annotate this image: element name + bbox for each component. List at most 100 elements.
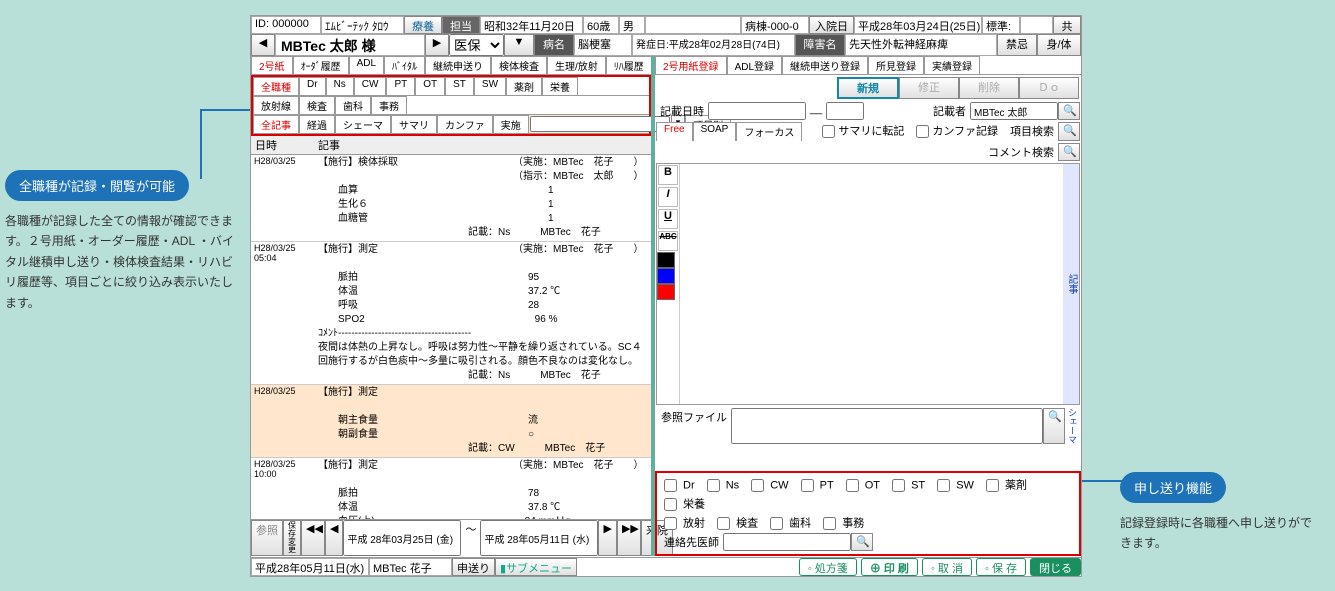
mode-soap-tab[interactable]: SOAP xyxy=(693,122,737,141)
hozon-henkou-button[interactable]: 保存 変更 xyxy=(283,520,301,556)
tab-tabs-roles-6[interactable]: ST xyxy=(445,77,474,95)
italic-button[interactable]: I xyxy=(658,187,678,207)
item-search-label[interactable]: 項目検索 xyxy=(1006,122,1058,141)
tab-tabs-roles-3[interactable]: CW xyxy=(354,77,387,95)
send-cb-栄養[interactable]: 栄養 xyxy=(660,495,705,514)
sidenote-tab[interactable]: 記事 xyxy=(1063,164,1079,404)
moshi-okuri-button[interactable]: 申送り xyxy=(452,558,495,576)
tab-tabs-rec-5[interactable]: 実施 xyxy=(493,115,529,133)
tab-tabs-top-3[interactable]: ﾊﾞｲﾀﾙ xyxy=(384,56,425,74)
tab-tabs-right-2[interactable]: 継続申送り登録 xyxy=(782,56,868,74)
send-cb-Ns[interactable]: Ns xyxy=(703,476,740,495)
send-cb-薬剤[interactable]: 薬剤 xyxy=(982,476,1027,495)
date-from-input[interactable] xyxy=(343,520,461,556)
kinkyu-button[interactable]: 禁忌 xyxy=(997,34,1037,56)
submenu-button[interactable]: ▮サブメニュー xyxy=(495,558,577,576)
reg-by-search-button[interactable]: 🔍 xyxy=(1058,102,1080,120)
reg-time-input[interactable] xyxy=(826,102,864,120)
tab-tabs-rec-0[interactable]: 全記事 xyxy=(253,115,299,133)
log-row[interactable]: H28/03/25【施行】検体採取 （実施：MBTec 花子 ） （指示：MBT… xyxy=(251,155,651,242)
page-last-button[interactable]: ▶▶ xyxy=(617,520,641,556)
new-button[interactable]: 新規 xyxy=(837,77,899,99)
tab-tabs-roles-9[interactable]: 栄養 xyxy=(542,77,578,95)
tab-tabs-right-3[interactable]: 所見登録 xyxy=(868,56,924,74)
tab-tabs-roles-8[interactable]: 薬剤 xyxy=(506,77,542,95)
schema-side-tab[interactable]: シェーマ xyxy=(1065,408,1079,444)
log-row[interactable]: H28/03/25 05:04【施行】測定 （実施：MBTec 花子 ） 脈拍 … xyxy=(251,242,651,385)
tab-tabs-top-2[interactable]: ADL xyxy=(349,56,384,74)
send-cb-検査[interactable]: 検査 xyxy=(713,514,758,533)
send-cb-OT[interactable]: OT xyxy=(842,476,880,495)
underline-button[interactable]: U xyxy=(658,209,678,229)
mode-free-tab[interactable]: Free xyxy=(656,122,693,141)
diag-setting-button[interactable]: ▼ xyxy=(504,34,534,56)
send-cb-CW[interactable]: CW xyxy=(747,476,788,495)
log-row[interactable]: H28/03/25【施行】測定 朝主食量 流 朝副食量 ○ 記載：CW MBTe… xyxy=(251,385,651,458)
edit-button[interactable]: 修正 xyxy=(899,77,959,99)
tab-tabs-rec-1[interactable]: 経過 xyxy=(299,115,335,133)
save-button[interactable]: ◦ 保 存 xyxy=(976,558,1026,576)
reg-by-input[interactable] xyxy=(970,102,1058,120)
tab-tabs-right-4[interactable]: 実績登録 xyxy=(924,56,980,74)
tab-tabs-roles2-1[interactable]: 検査 xyxy=(299,96,335,114)
comment-search-button[interactable]: 🔍 xyxy=(1058,143,1080,161)
tab-tabs-top-1[interactable]: ｵｰﾀﾞ履歴 xyxy=(293,56,349,74)
tab-tabs-rec-4[interactable]: カンファ xyxy=(437,115,493,133)
tab-tabs-rec-2[interactable]: シェーマ xyxy=(335,115,391,133)
do-button[interactable]: Ｄｏ xyxy=(1019,77,1079,99)
send-cb-Dr[interactable]: Dr xyxy=(660,476,695,495)
cb-summary[interactable]: サマリに転記 xyxy=(818,122,904,141)
tab-tabs-top-6[interactable]: 生理/放射 xyxy=(547,56,606,74)
rec-filter-input[interactable] xyxy=(530,116,670,132)
tab-tabs-roles-2[interactable]: Ns xyxy=(326,77,354,95)
send-cb-PT[interactable]: PT xyxy=(797,476,834,495)
tab-tabs-top-7[interactable]: ﾘﾊ履歴 xyxy=(606,56,652,74)
tab-tabs-roles-1[interactable]: Dr xyxy=(299,77,326,95)
page-next-button[interactable]: ▶ xyxy=(598,520,616,556)
strike-button[interactable]: ABC xyxy=(658,231,678,251)
tab-tabs-top-4[interactable]: 継続申送り xyxy=(425,56,491,74)
doctor-contact-search-button[interactable]: 🔍 xyxy=(851,533,873,551)
ryouyou-button[interactable]: 療養 xyxy=(404,16,442,34)
tab-tabs-roles2-3[interactable]: 事務 xyxy=(371,96,407,114)
tab-tabs-top-0[interactable]: 2号紙 xyxy=(251,56,293,74)
tab-tabs-rec-3[interactable]: サマリ xyxy=(391,115,437,133)
karada-button[interactable]: 身/体 xyxy=(1037,34,1081,56)
kyo-button[interactable]: 共 xyxy=(1053,16,1081,34)
swatch-black[interactable] xyxy=(657,252,675,268)
date-to-input[interactable] xyxy=(480,520,598,556)
bold-button[interactable]: B xyxy=(658,165,678,185)
swatch-blue[interactable] xyxy=(657,268,675,284)
log-row[interactable]: H28/03/25 10:00【施行】測定 （実施：MBTec 花子 ） 脈拍 … xyxy=(251,458,651,520)
cancel-button[interactable]: ◦ 取 消 xyxy=(922,558,972,576)
close-button[interactable]: 閉じる xyxy=(1030,558,1081,576)
tantou-button[interactable]: 担当 xyxy=(442,16,480,34)
next-patient-button[interactable]: ▶ xyxy=(425,34,449,56)
tab-tabs-top-5[interactable]: 検体検査 xyxy=(491,56,547,74)
mode-focus-tab[interactable]: フォーカス xyxy=(736,122,802,141)
note-textarea[interactable] xyxy=(680,164,1063,404)
tab-tabs-roles-4[interactable]: PT xyxy=(386,77,415,95)
tab-tabs-roles-5[interactable]: OT xyxy=(415,77,445,95)
cb-conf[interactable]: カンファ記録 xyxy=(912,122,998,141)
refer-file-search-button[interactable]: 🔍 xyxy=(1043,408,1065,444)
send-cb-SW[interactable]: SW xyxy=(933,476,974,495)
prev-patient-button[interactable]: ◀ xyxy=(251,34,275,56)
page-prev-button[interactable]: ◀ xyxy=(325,520,343,556)
item-search-button[interactable]: 🔍 xyxy=(1058,122,1080,141)
reg-date-input[interactable] xyxy=(708,102,806,120)
send-cb-ST[interactable]: ST xyxy=(888,476,925,495)
tab-tabs-roles-7[interactable]: SW xyxy=(474,77,506,95)
tab-tabs-right-0[interactable]: 2号用紙登録 xyxy=(655,56,727,74)
rx-button[interactable]: ◦ 処方箋 xyxy=(799,558,857,576)
tab-tabs-roles2-0[interactable]: 放射線 xyxy=(253,96,299,114)
hoken-select[interactable]: 医保 xyxy=(449,34,504,56)
print-button[interactable]: ⊕ 印 刷 xyxy=(861,558,918,576)
tab-tabs-right-1[interactable]: ADL登録 xyxy=(727,56,782,74)
swatch-red[interactable] xyxy=(657,284,675,300)
send-cb-放射[interactable]: 放射 xyxy=(660,514,705,533)
delete-button[interactable]: 削除 xyxy=(959,77,1019,99)
send-cb-事務[interactable]: 事務 xyxy=(819,514,864,533)
tab-tabs-roles-0[interactable]: 全職種 xyxy=(253,77,299,95)
page-first-button[interactable]: ◀◀ xyxy=(301,520,325,556)
